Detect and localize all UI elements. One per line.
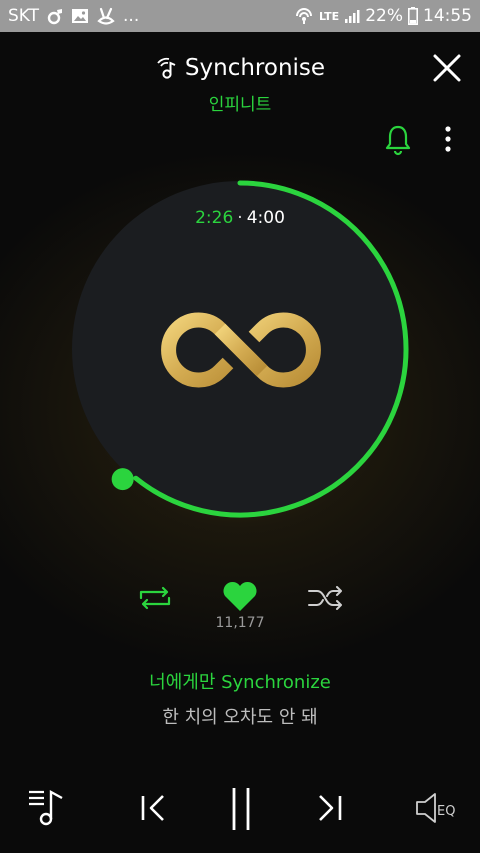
shuffle-icon [308, 586, 342, 610]
like-button[interactable] [221, 581, 259, 613]
repeat-button[interactable] [137, 586, 173, 610]
page-title: Synchronise [184, 55, 326, 81]
v-notification-icon [96, 6, 116, 26]
eq-label: EQ [437, 804, 455, 819]
close-button[interactable] [432, 53, 462, 83]
speaker-eq-icon: EQ [416, 793, 455, 823]
like-count: 11,177 [215, 615, 265, 631]
playlist-button[interactable] [28, 788, 68, 828]
music-notification-icon [46, 7, 64, 25]
playlist-icon [29, 789, 63, 826]
time-display: 2:26 · 4:00 [0, 208, 480, 228]
bell-icon [385, 125, 411, 156]
gallery-notification-icon [71, 8, 89, 24]
previous-icon [141, 795, 164, 821]
previous-button[interactable] [137, 788, 169, 828]
more-vertical-icon [445, 126, 451, 152]
clock: 14:55 [423, 6, 472, 26]
battery-percent: 22% [365, 6, 403, 26]
pause-button[interactable] [229, 788, 253, 830]
network-type: LTE [318, 9, 340, 23]
battery-icon [408, 7, 418, 25]
heart-icon [223, 581, 257, 611]
progress-knob[interactable] [111, 468, 134, 491]
pause-icon [232, 788, 250, 830]
artist-name[interactable]: 인피니트 [0, 90, 480, 115]
next-button[interactable] [314, 788, 346, 828]
shuffle-button[interactable] [307, 586, 345, 610]
carrier-label: SKT [8, 6, 40, 26]
more-options-button[interactable] [440, 125, 456, 155]
lyric-current-line[interactable]: 너에게만 Synchronize [0, 668, 480, 694]
wifi-music-icon [155, 57, 179, 79]
alarm-button[interactable] [384, 124, 412, 156]
current-time: 2:26 [195, 208, 234, 228]
close-icon [433, 54, 461, 82]
lyric-next-line[interactable]: 한 치의 오차도 안 돼 [0, 703, 480, 729]
infinite-logo [161, 312, 321, 388]
hotspot-icon [294, 7, 314, 25]
time-separator: · [237, 208, 243, 228]
status-bar: SKT ... LTE 22% 14:55 [0, 0, 480, 32]
signal-icon [344, 8, 360, 24]
repeat-icon [139, 586, 171, 610]
equalizer-button[interactable]: EQ [415, 788, 460, 828]
more-notifications: ... [123, 6, 140, 26]
total-time: 4:00 [246, 208, 285, 228]
next-icon [319, 795, 342, 821]
header: Synchronise [0, 50, 480, 86]
